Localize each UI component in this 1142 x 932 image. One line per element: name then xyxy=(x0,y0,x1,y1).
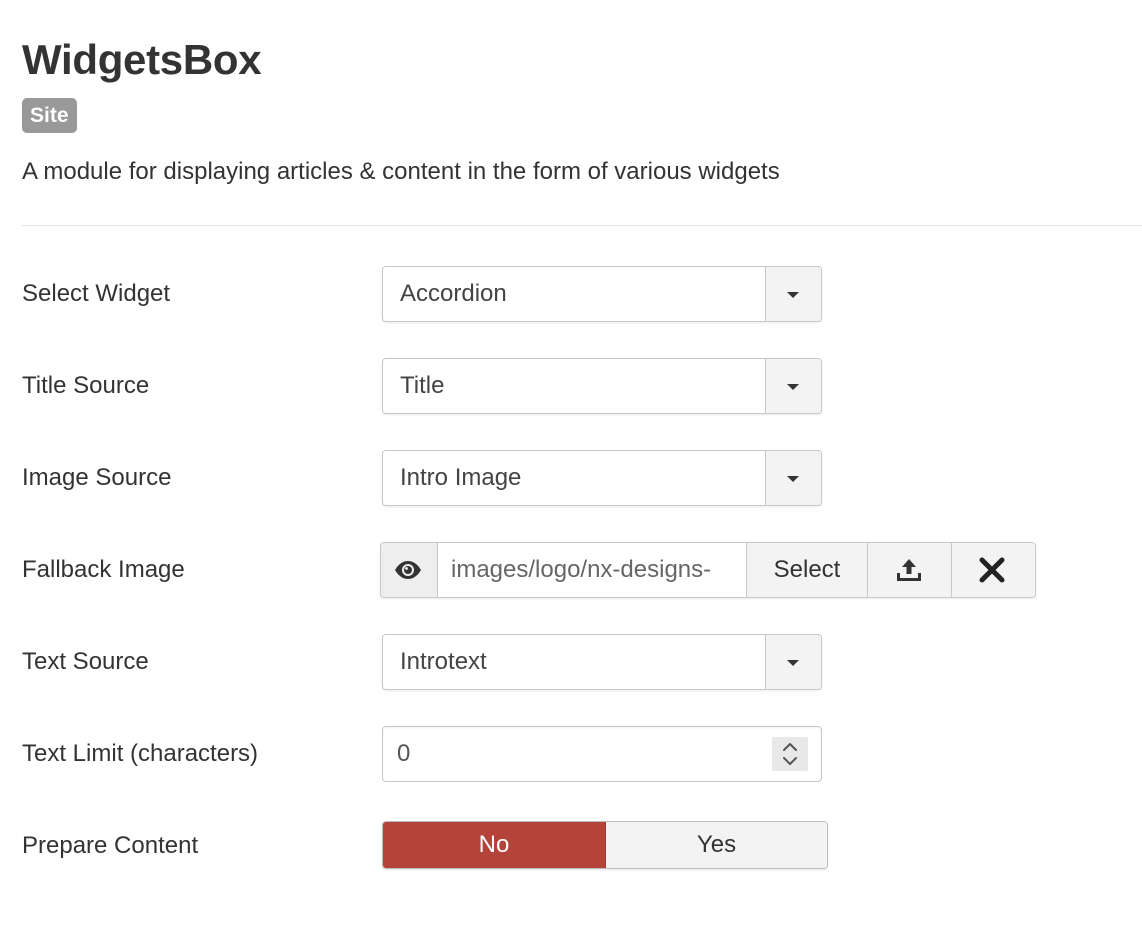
fallback-image-label: Fallback Image xyxy=(22,556,185,583)
image-source-toggle[interactable] xyxy=(765,451,821,505)
page-title: WidgetsBox xyxy=(22,36,262,83)
prepare-content-no-option[interactable]: No xyxy=(383,822,606,868)
field-row-title-source: Title Source Title xyxy=(0,358,1142,414)
image-source-dropdown[interactable]: Intro Image xyxy=(382,450,822,506)
module-description: A module for displaying articles & conte… xyxy=(22,158,780,185)
image-preview-button[interactable] xyxy=(381,543,438,597)
media-upload-button[interactable] xyxy=(867,543,951,597)
field-row-text-limit: Text Limit (characters) 0 xyxy=(0,726,1142,782)
select-widget-value: Accordion xyxy=(400,280,507,307)
number-spinner[interactable] xyxy=(772,737,808,771)
media-clear-button[interactable] xyxy=(951,543,1035,597)
image-source-value: Intro Image xyxy=(400,464,522,491)
title-source-dropdown[interactable]: Title xyxy=(382,358,822,414)
field-row-prepare-content: Prepare Content No Yes xyxy=(0,818,1142,874)
select-widget-dropdown[interactable]: Accordion xyxy=(382,266,822,322)
select-widget-toggle[interactable] xyxy=(765,267,821,321)
text-source-dropdown[interactable]: Introtext xyxy=(382,634,822,690)
eye-icon xyxy=(395,561,421,579)
divider xyxy=(22,225,1142,226)
text-limit-value: 0 xyxy=(397,740,411,767)
text-limit-input[interactable]: 0 xyxy=(382,726,822,782)
select-widget-label: Select Widget xyxy=(22,280,171,307)
title-source-toggle[interactable] xyxy=(765,359,821,413)
upload-icon xyxy=(897,559,921,581)
text-source-value: Introtext xyxy=(400,648,487,675)
field-row-text-source: Text Source Introtext xyxy=(0,634,1142,690)
text-limit-label: Text Limit (characters) xyxy=(22,740,259,767)
caret-down-icon xyxy=(787,384,799,390)
client-badge: Site xyxy=(22,98,77,133)
caret-down-icon xyxy=(787,476,799,482)
image-source-label: Image Source xyxy=(22,464,172,491)
caret-down-icon xyxy=(787,660,799,666)
prepare-content-toggle: No Yes xyxy=(382,821,828,869)
fallback-image-path-input[interactable]: images/logo/nx-designs- xyxy=(438,543,745,597)
media-select-button[interactable]: Select xyxy=(746,543,867,597)
close-icon xyxy=(979,557,1005,583)
module-settings-page: WidgetsBox Site A module for displaying … xyxy=(0,0,1142,932)
text-source-label: Text Source xyxy=(22,648,149,675)
fallback-image-media-field: images/logo/nx-designs- Select xyxy=(380,542,1036,598)
field-row-select-widget: Select Widget Accordion xyxy=(0,266,1142,322)
field-row-image-source: Image Source Intro Image xyxy=(0,450,1142,506)
prepare-content-yes-option[interactable]: Yes xyxy=(606,822,827,868)
prepare-content-label: Prepare Content xyxy=(22,832,199,859)
text-source-toggle[interactable] xyxy=(765,635,821,689)
spinner-arrows-icon xyxy=(783,743,797,765)
title-source-value: Title xyxy=(400,372,445,399)
title-source-label: Title Source xyxy=(22,372,150,399)
field-row-fallback-image: Fallback Image images/logo/nx-designs- S… xyxy=(0,542,1142,598)
caret-down-icon xyxy=(787,292,799,298)
